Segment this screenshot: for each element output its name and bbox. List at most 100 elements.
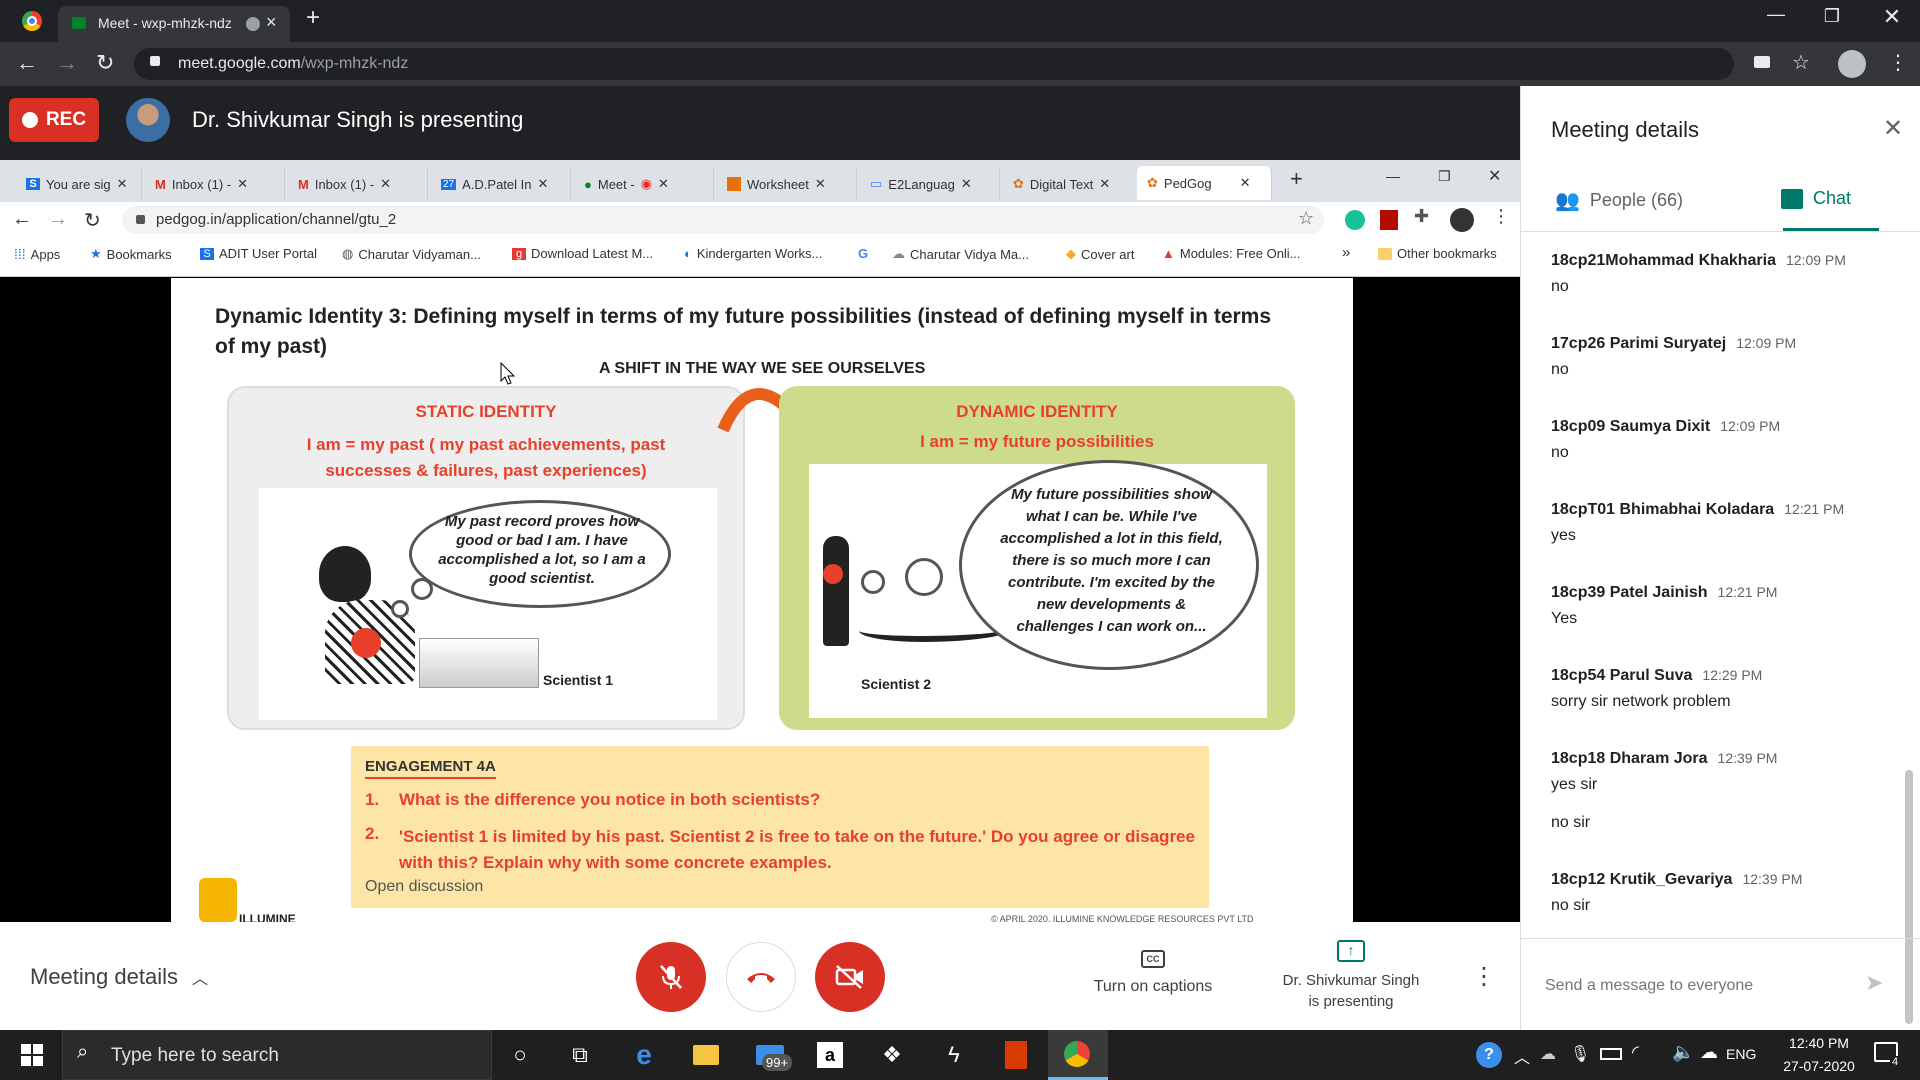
captions-button[interactable]: CC Turn on captions (1080, 950, 1226, 996)
bookmark-item[interactable]: ◆ Cover art (1066, 246, 1134, 262)
inner-tab[interactable]: ✿ Digital Text ✕ (1003, 168, 1143, 200)
close-tab-icon[interactable]: ✕ (538, 176, 549, 192)
other-bookmarks[interactable]: Other bookmarks (1378, 246, 1497, 261)
inner-tab[interactable]: M Inbox (1) - ✕ (288, 168, 428, 200)
close-window-icon[interactable]: ✕ (1872, 4, 1912, 30)
chat-text: no sir (1551, 897, 1591, 914)
meeting-details-button[interactable]: Meeting details ︿ (30, 964, 208, 990)
bookmark-item[interactable]: S ADIT User Portal (200, 246, 317, 261)
inner-tab[interactable]: Worksheet ✕ (717, 168, 857, 200)
camera-icon[interactable] (1754, 56, 1770, 68)
pdf-icon[interactable] (1380, 210, 1398, 230)
cortana-icon[interactable]: ○ (500, 1038, 540, 1072)
meet-favicon-icon (72, 17, 86, 29)
inner-new-tab-icon[interactable]: + (1290, 166, 1303, 192)
inner-menu-icon[interactable]: ⋮ (1492, 206, 1510, 227)
file-explorer-icon[interactable] (686, 1038, 726, 1072)
send-icon[interactable]: ➤ (1865, 970, 1883, 996)
bookmark-item[interactable]: ▲ Modules: Free Onli... (1162, 246, 1301, 261)
bookmark-item[interactable]: g Download Latest M... (512, 246, 653, 261)
clock-date[interactable]: 27-07-2020 (1772, 1058, 1866, 1074)
menu-kebab-icon[interactable]: ⋮ (1888, 50, 1908, 75)
inner-tab-active[interactable]: ✿ PedGog ✕ (1137, 166, 1272, 200)
close-tab-icon[interactable]: ✕ (1099, 176, 1110, 192)
inner-tab[interactable]: ▭ E2Languag ✕ (860, 168, 1000, 200)
mic-off-button[interactable] (636, 942, 706, 1012)
new-tab-icon[interactable]: + (306, 4, 320, 32)
clock-time[interactable]: 12:40 PM (1772, 1035, 1866, 1051)
back-icon[interactable]: ← (16, 50, 38, 76)
bookmark-item[interactable]: ☁ Charutar Vidya Ma... (892, 246, 1029, 262)
inner-tab[interactable]: ● Meet - ◉ ✕ (574, 168, 714, 200)
close-tab-icon[interactable]: × (266, 12, 277, 33)
close-tab-icon[interactable]: ✕ (117, 176, 128, 192)
start-button[interactable] (12, 1040, 52, 1070)
star-icon[interactable]: ☆ (1298, 208, 1314, 229)
close-tab-icon[interactable]: ✕ (237, 176, 248, 192)
tab-chat[interactable]: Chat (1781, 188, 1851, 209)
inner-restore-icon[interactable]: ❐ (1438, 168, 1451, 185)
tray-app-icon[interactable]: ☁ (1540, 1044, 1556, 1064)
grammarly-icon[interactable] (1345, 210, 1365, 230)
inner-back-icon[interactable]: ← (12, 208, 32, 231)
kindergarten-icon: ◐ (684, 246, 692, 261)
task-view-icon[interactable]: ⧉ (560, 1038, 600, 1072)
close-tab-icon[interactable]: ✕ (815, 176, 826, 192)
edge-icon[interactable]: e (624, 1038, 664, 1072)
volume-icon[interactable]: 🔈 (1672, 1042, 1694, 1063)
bookmarks-overflow[interactable]: » (1342, 244, 1350, 261)
close-tab-icon[interactable]: ✕ (380, 176, 391, 192)
tab-meet[interactable]: Meet - wxp-mhzk-ndz × (58, 6, 290, 42)
camera-off-button[interactable] (815, 942, 885, 1012)
more-options-icon[interactable]: ⋮ (1472, 962, 1496, 991)
taskbar-search[interactable]: ⌕ Type here to search (62, 1030, 492, 1080)
presenting-button[interactable]: ↑ Dr. Shivkumar Singh is presenting (1268, 940, 1434, 1010)
close-tab-icon[interactable]: ✕ (961, 176, 972, 192)
bookmark-item[interactable]: G (858, 246, 868, 261)
inner-tab[interactable]: M Inbox (1) - ✕ (145, 168, 285, 200)
star-icon[interactable]: ☆ (1792, 50, 1810, 75)
bookmark-item[interactable]: ★ Bookmarks (90, 246, 172, 262)
dropbox-icon[interactable]: ❖ (872, 1038, 912, 1072)
chat-scrollbar[interactable] (1905, 770, 1913, 1024)
crystal-ball-icon (823, 564, 843, 584)
close-panel-icon[interactable]: ✕ (1883, 114, 1903, 143)
reload-icon[interactable]: ↻ (96, 50, 114, 76)
battery-icon[interactable] (1600, 1048, 1622, 1060)
leave-call-button[interactable] (726, 942, 796, 1012)
recording-icon: ◉ (640, 176, 653, 191)
inner-forward-icon[interactable]: → (48, 208, 68, 231)
onedrive-icon[interactable]: ☁ (1700, 1042, 1718, 1063)
profile-avatar[interactable] (1838, 50, 1866, 78)
amazon-icon[interactable]: a (810, 1038, 850, 1072)
inner-tab[interactable]: 27 A.D.Patel In ✕ (431, 168, 571, 200)
close-tab-icon[interactable]: ✕ (1240, 175, 1251, 191)
tray-chevron-icon[interactable]: ︿ (1514, 1044, 1530, 1068)
restore-icon[interactable]: ❐ (1812, 6, 1852, 27)
bookmark-label: Kindergarten Works... (696, 246, 823, 261)
inner-reload-icon[interactable]: ↻ (84, 208, 101, 233)
language-indicator[interactable]: ENG (1726, 1046, 1756, 1062)
inner-close-window-icon[interactable]: ✕ (1488, 166, 1501, 186)
microphone-icon[interactable]: 🎙 (1570, 1044, 1590, 1064)
forward-icon[interactable]: → (56, 50, 78, 76)
inner-tab[interactable]: S You are sig ✕ (16, 168, 142, 200)
bookmark-item[interactable]: ◐ Kindergarten Works... (684, 246, 822, 261)
extensions-icon[interactable]: ✚ (1414, 206, 1429, 227)
bookmark-apps[interactable]: ⁞⁞⁞ Apps (14, 246, 60, 262)
help-icon[interactable]: ? (1476, 1042, 1502, 1068)
chat-input[interactable] (1545, 972, 1861, 1000)
chrome-taskbar-active[interactable] (1048, 1030, 1108, 1080)
app-bolt-icon[interactable]: ϟ (934, 1038, 974, 1072)
thought-bubble-small (861, 570, 885, 594)
minimize-icon[interactable]: — (1756, 4, 1796, 25)
inner-minimize-icon[interactable]: — (1386, 168, 1400, 184)
inner-profile-avatar[interactable] (1450, 208, 1474, 232)
wifi-icon[interactable]: ◜ (1632, 1042, 1639, 1063)
bookmark-item[interactable]: ◍ Charutar Vidyaman... (342, 246, 481, 262)
close-tab-icon[interactable]: ✕ (658, 176, 669, 192)
omnibox[interactable]: meet.google.com/wxp-mhzk-ndz (134, 48, 1734, 80)
inner-omnibox[interactable]: pedgog.in/application/channel/gtu_2 ☆ (122, 206, 1324, 234)
tab-people[interactable]: 👥 People (66) (1555, 188, 1683, 213)
office-icon[interactable] (996, 1038, 1036, 1072)
